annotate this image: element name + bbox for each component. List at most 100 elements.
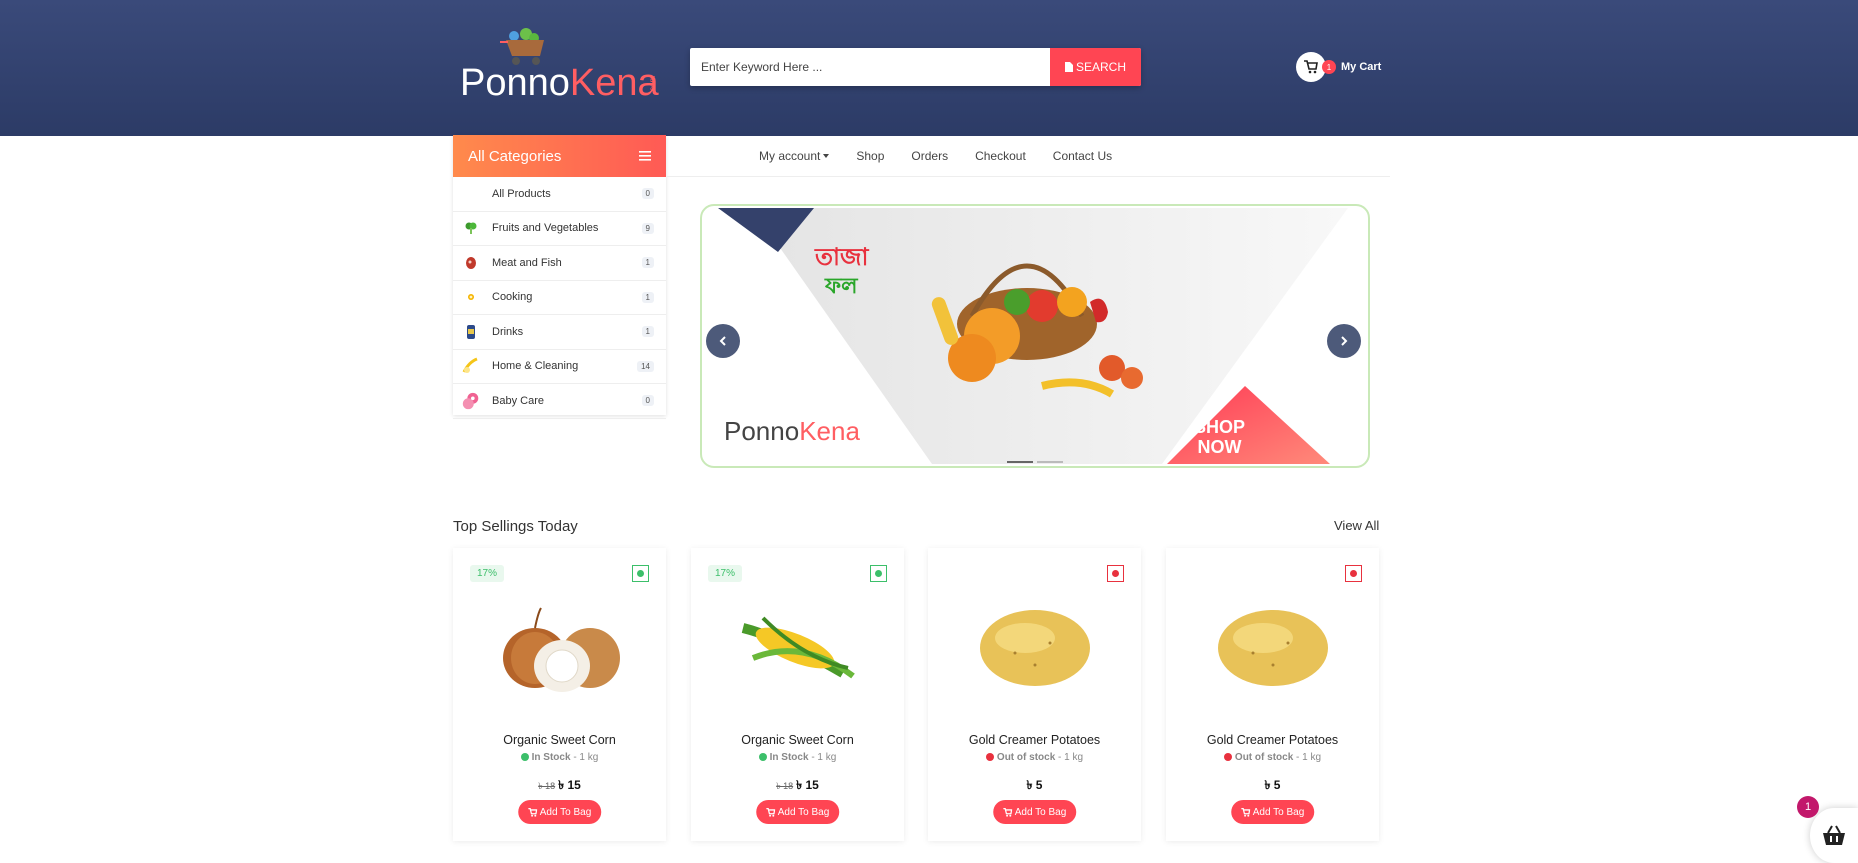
shop-now-label[interactable]: SHOP NOW [1194,417,1245,457]
old-price: ৳ 18 [538,781,556,791]
product-price: ৳ 5 [1264,778,1281,792]
carousel-indicators [1007,461,1063,463]
category-count: 1 [641,291,654,303]
corn-image[interactable] [691,593,904,703]
carousel-prev-button[interactable] [706,324,740,358]
product-name[interactable]: Gold Creamer Potatoes [928,733,1141,747]
potato-image[interactable] [1166,593,1379,703]
add-to-bag-button[interactable]: Add To Bag [1230,800,1315,824]
category-count: 1 [641,326,654,338]
cart-count-badge: 1 [1322,60,1336,74]
category-item-cooking[interactable]: Cooking 1 [453,281,666,315]
product-card[interactable]: 17% Organic Sweet Corn In Stock - 1 kg ৳… [691,548,904,841]
logo-text: PonnoKena [460,62,659,104]
category-count: 14 [637,360,654,372]
document-icon [1064,62,1073,72]
broccoli-icon [461,218,481,238]
cart-icon [527,807,537,817]
stock-status: In Stock - 1 kg [453,752,666,763]
site-header: PonnoKena .com SEARCH 1 My Cart [0,0,1858,136]
logo-suffix: .com [648,75,658,94]
search-button-label: SEARCH [1075,60,1126,74]
site-logo[interactable]: PonnoKena .com [460,28,659,104]
category-label: All Products [492,187,551,200]
product-name[interactable]: Organic Sweet Corn [691,733,904,747]
nonveg-indicator-icon [1345,565,1362,582]
product-card[interactable]: Gold Creamer Potatoes Out of stock - 1 k… [1166,548,1379,841]
nav-my-account[interactable]: My account [759,148,830,163]
category-count: 1 [641,257,654,269]
nonveg-indicator-icon [1107,565,1124,582]
product-price: ৳ 5 [1026,778,1043,792]
category-item-all-products[interactable]: All Products 0 [453,177,666,212]
nav-orders[interactable]: Orders [911,149,948,163]
onion-image[interactable] [453,593,666,703]
product-price: ৳ 18 ৳ 15 [776,778,819,792]
banner-logo: PonnoKena [724,416,860,446]
cooking-icon [461,287,481,307]
stock-status: In Stock - 1 kg [691,752,904,763]
check-circle-icon [758,753,767,761]
shopping-cart-icon [1304,60,1318,74]
add-to-bag-button[interactable]: Add To Bag [517,800,602,824]
view-all-link[interactable]: View All [1334,518,1379,533]
nav-contact-us[interactable]: Contact Us [1053,149,1112,163]
banner-bengali-title-2: ফল [825,274,858,299]
search-button[interactable]: SEARCH [1050,48,1141,86]
carousel-dot-2[interactable] [1037,461,1063,463]
stock-status: Out of stock - 1 kg [928,752,1141,763]
carousel-next-button[interactable] [1327,324,1361,358]
stock-status: Out of stock - 1 kg [1166,752,1379,763]
blank-icon [461,184,481,204]
search-input[interactable] [690,48,1050,86]
product-name[interactable]: Organic Sweet Corn [453,733,666,747]
nav-checkout[interactable]: Checkout [975,149,1026,163]
shopping-basket-icon [1823,825,1845,845]
logo-cart-icon [500,28,544,65]
potato-image[interactable] [928,593,1141,703]
cart-icon [1240,807,1250,817]
category-label: Drinks [492,325,524,338]
category-list: All Products 0 Fruits and Vegetables 9 M… [453,177,666,419]
floating-bag-button[interactable] [1810,808,1858,863]
floating-bag-count-badge: 1 [1797,796,1819,818]
veg-indicator-icon [632,565,649,582]
category-item-baby-care[interactable]: Baby Care 0 [453,384,666,419]
category-item-fruits-vegetables[interactable]: Fruits and Vegetables 9 [453,212,666,246]
search-bar: SEARCH [690,48,1141,86]
meat-icon [461,253,481,273]
categories-header[interactable]: All Categories [453,135,666,177]
product-card[interactable]: 17% Organic Sweet Corn In Stock - 1 kg ৳… [453,548,666,841]
category-item-home-cleaning[interactable]: Home & Cleaning 14 [453,350,666,384]
category-count: 0 [641,188,654,200]
menu-icon[interactable] [639,151,651,161]
categories-title: All Categories [468,147,562,165]
nav-shop[interactable]: Shop [856,149,884,163]
category-label: Cooking [492,291,533,304]
old-price: ৳ 18 [776,781,794,791]
veg-indicator-icon [870,565,887,582]
check-circle-icon [520,753,529,761]
cart-label[interactable]: My Cart [1341,61,1381,73]
hero-banner[interactable]: তাজা ফল PonnoKena SHOP NOW [700,204,1370,468]
discount-badge: 17% [470,565,505,582]
category-count: 0 [641,395,654,407]
product-card[interactable]: Gold Creamer Potatoes Out of stock - 1 k… [928,548,1141,841]
add-to-bag-button[interactable]: Add To Bag [992,800,1077,824]
category-label: Fruits and Vegetables [492,222,599,235]
cleaning-icon [461,356,481,376]
product-name[interactable]: Gold Creamer Potatoes [1166,733,1379,747]
main-nav: My account Shop Orders Checkout Contact … [667,135,1390,177]
category-item-meat-fish[interactable]: Meat and Fish 1 [453,246,666,281]
my-cart[interactable]: 1 My Cart [1296,52,1381,82]
caret-down-icon [823,154,830,159]
baby-icon [461,391,481,411]
check-circle-icon [1223,753,1232,761]
nav-my-account-label: My account [759,148,821,163]
add-to-bag-button[interactable]: Add To Bag [755,800,840,824]
drink-can-icon [461,322,481,342]
cart-icon [765,807,775,817]
category-item-drinks[interactable]: Drinks 1 [453,315,666,350]
carousel-dot-1[interactable] [1007,461,1033,463]
category-label: Meat and Fish [492,256,562,269]
